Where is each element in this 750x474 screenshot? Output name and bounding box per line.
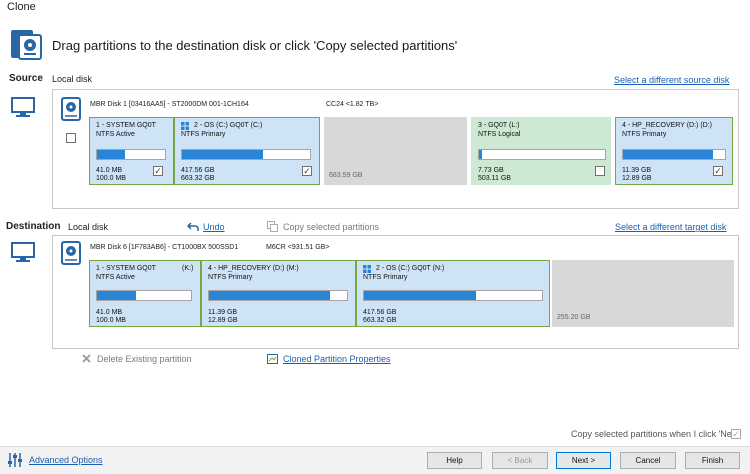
header-instruction: Drag partitions to the destination disk … — [52, 38, 458, 53]
copy-on-next-label: Copy selected partitions when I click 'N… — [571, 429, 741, 439]
back-button[interactable]: < Back — [492, 452, 548, 469]
advanced-options-link[interactable]: Advanced Options — [29, 455, 103, 465]
cancel-button[interactable]: Cancel — [620, 452, 676, 469]
source-partition-1[interactable]: 1 - SYSTEM GQ0T NTFS Active 41.0 MB 100.… — [89, 117, 174, 185]
window-title: Clone — [7, 1, 36, 13]
unallocated-size: 683.59 GB — [329, 172, 363, 179]
destination-unallocated: 255.20 GB — [552, 260, 734, 327]
partition-total: 100.0 MB — [96, 175, 126, 182]
cloned-partition-properties-link[interactable]: Cloned Partition Properties — [283, 354, 391, 364]
destination-partition-1[interactable]: 1 - SYSTEM GQ0T (K:) NTFS Active 41.0 MB… — [89, 260, 201, 327]
partition-total: 663.32 GB — [363, 317, 397, 324]
partition-name: 4 - HP_RECOVERY (D:) (M:) — [208, 265, 299, 272]
partition-checkbox[interactable]: ✓ — [153, 166, 163, 176]
source-disk-checkbox[interactable] — [66, 133, 76, 143]
undo-link[interactable]: Undo — [203, 222, 225, 232]
partition-type: NTFS Primary — [181, 131, 226, 138]
select-source-disk-link[interactable]: Select a different source disk — [614, 75, 729, 85]
source-unallocated: 683.59 GB — [324, 117, 467, 185]
partition-total: 12.89 GB — [622, 175, 652, 182]
delete-existing-partition-button[interactable]: Delete Existing partition — [97, 354, 192, 364]
destination-disk-info: MBR Disk 6 [1F783AB6] - CT1000BX 500SSD1 — [90, 244, 239, 251]
partition-name: 3 - GQ0T (L:) — [478, 122, 520, 129]
partition-type: NTFS Active — [96, 274, 135, 281]
destination-partition-3[interactable]: 2 - OS (C:) GQ0T (N:) NTFS Primary 417.5… — [356, 260, 550, 327]
source-disk-type: Local disk — [52, 74, 93, 84]
source-label: Source — [9, 73, 43, 84]
partition-type: NTFS Logical — [478, 131, 521, 138]
partition-type: NTFS Primary — [208, 274, 253, 281]
disk-icon — [61, 241, 81, 265]
partition-type: NTFS Active — [96, 131, 135, 138]
partition-type: NTFS Primary — [363, 274, 408, 281]
computer-icon — [11, 242, 35, 262]
finish-button[interactable]: Finish — [685, 452, 740, 469]
destination-disk-capacity: M6CR <931.51 GB> — [266, 244, 330, 251]
partition-total: 100.0 MB — [96, 317, 126, 324]
source-partition-4[interactable]: 4 - HP_RECOVERY (D:) (D:) NTFS Primary 1… — [615, 117, 733, 185]
copy-selected-partitions-button[interactable]: Copy selected partitions — [283, 222, 379, 232]
destination-label: Destination — [6, 221, 61, 232]
partition-checkbox[interactable] — [595, 166, 605, 176]
sliders-icon[interactable] — [7, 452, 23, 468]
source-disk-info: MBR Disk 1 [03416AA5] - ST2000DM 001-1CH… — [90, 101, 249, 108]
clone-disk-icon — [11, 30, 42, 60]
partition-name: 2 - OS (C:) GQ0T (N:) — [376, 265, 445, 272]
partition-total: 503.11 GB — [478, 175, 511, 182]
source-disk-capacity: CC24 <1.82 TB> — [326, 101, 379, 108]
partition-checkbox[interactable]: ✓ — [713, 166, 723, 176]
partition-name: 1 - SYSTEM GQ0T — [96, 122, 156, 129]
unallocated-size: 255.20 GB — [557, 314, 591, 321]
windows-icon — [181, 122, 189, 130]
partition-total: 12.89 GB — [208, 317, 238, 324]
destination-disk-panel: MBR Disk 6 [1F783AB6] - CT1000BX 500SSD1… — [52, 235, 739, 349]
windows-icon — [363, 265, 371, 273]
disk-icon — [61, 97, 81, 121]
destination-disk-type: Local disk — [68, 222, 109, 232]
properties-icon — [267, 354, 278, 364]
partition-name: 4 - HP_RECOVERY (D:) (D:) — [622, 122, 712, 129]
source-partition-2[interactable]: 2 - OS (C:) GQ0T (C:) NTFS Primary 417.5… — [174, 117, 320, 185]
partition-type: NTFS Primary — [622, 131, 667, 138]
help-button[interactable]: Help — [427, 452, 482, 469]
next-button[interactable]: Next > — [556, 452, 611, 469]
delete-icon — [82, 354, 91, 363]
select-target-disk-link[interactable]: Select a different target disk — [615, 222, 726, 232]
partition-total: 663.32 GB — [181, 175, 215, 182]
computer-icon — [11, 97, 35, 117]
partition-checkbox[interactable]: ✓ — [302, 166, 312, 176]
copy-on-next-checkbox[interactable]: ✓ — [731, 429, 741, 439]
source-disk-panel: MBR Disk 1 [03416AA5] - ST2000DM 001-1CH… — [52, 89, 739, 209]
copy-icon — [267, 221, 278, 232]
partition-letter: (K:) — [182, 265, 194, 272]
partition-name: 2 - OS (C:) GQ0T (C:) — [194, 122, 263, 129]
destination-partition-2[interactable]: 4 - HP_RECOVERY (D:) (M:) NTFS Primary 1… — [201, 260, 356, 327]
source-partition-3[interactable]: 3 - GQ0T (L:) NTFS Logical 7.73 GB 503.1… — [471, 117, 611, 185]
undo-icon[interactable] — [187, 222, 199, 232]
